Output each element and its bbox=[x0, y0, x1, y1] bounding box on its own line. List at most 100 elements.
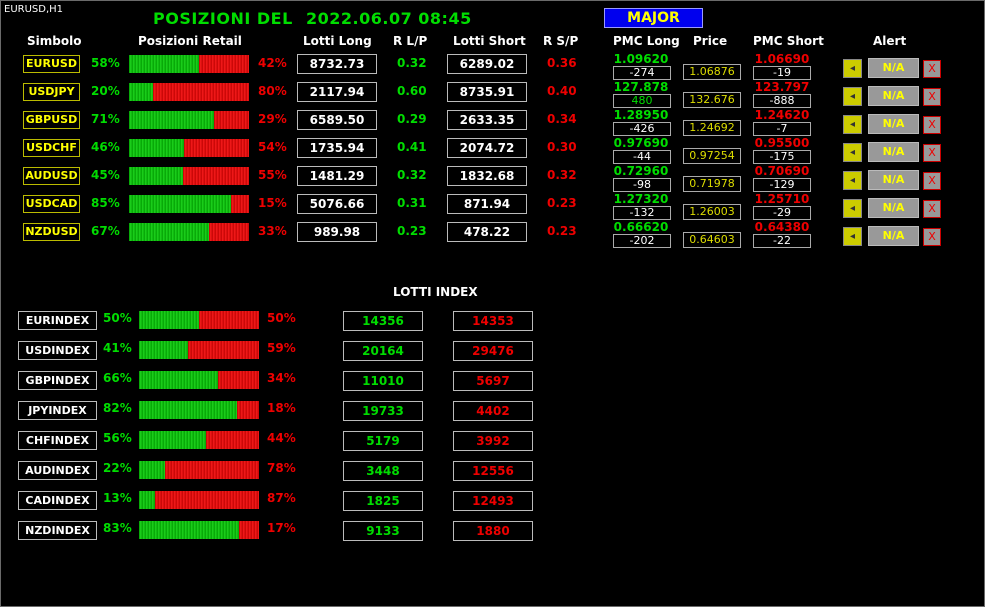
index-bar bbox=[139, 401, 259, 419]
lots-short-box: 1832.68 bbox=[447, 166, 527, 186]
lots-long-box: 2117.94 bbox=[297, 82, 377, 102]
r-sp-value: 0.40 bbox=[547, 84, 577, 98]
close-icon[interactable]: X bbox=[923, 116, 941, 134]
lots-short-box: 871.94 bbox=[447, 194, 527, 214]
retail-bar-short bbox=[209, 223, 249, 241]
r-lp-value: 0.32 bbox=[397, 168, 427, 182]
index-bar-short bbox=[188, 341, 259, 359]
major-button[interactable]: MAJOR bbox=[604, 8, 703, 28]
r-sp-value: 0.23 bbox=[547, 196, 577, 210]
pmc-short-diff: -7 bbox=[753, 122, 811, 136]
short-pct: 80% bbox=[258, 84, 287, 98]
alert-na-button[interactable]: N/A bbox=[868, 86, 919, 106]
symbol-button[interactable]: GBPUSD bbox=[23, 111, 80, 129]
col-pmc-short: PMC Short bbox=[753, 34, 824, 48]
symbol-button[interactable]: EURUSD bbox=[23, 55, 80, 73]
short-pct: 15% bbox=[258, 196, 287, 210]
index-short-lots: 4402 bbox=[453, 401, 533, 421]
retail-bar-short bbox=[214, 111, 249, 129]
retail-bar-short bbox=[231, 195, 249, 213]
index-bar-long bbox=[139, 311, 199, 329]
lots-long-box: 5076.66 bbox=[297, 194, 377, 214]
index-label: USDINDEX bbox=[18, 341, 97, 360]
pmc-long-value: 1.28950 bbox=[613, 108, 669, 122]
bell-icon[interactable]: ◂ bbox=[843, 171, 862, 190]
bell-icon[interactable]: ◂ bbox=[843, 87, 862, 106]
r-lp-value: 0.29 bbox=[397, 112, 427, 126]
alert-na-button[interactable]: N/A bbox=[868, 170, 919, 190]
pmc-short-diff: -22 bbox=[753, 234, 811, 248]
index-bar bbox=[139, 461, 259, 479]
index-bar-long bbox=[139, 461, 166, 479]
index-bar-short bbox=[238, 521, 259, 539]
index-bar-long bbox=[139, 431, 207, 449]
index-bar bbox=[139, 371, 259, 389]
index-long-pct: 22% bbox=[103, 461, 132, 475]
pmc-short-value: 1.25710 bbox=[754, 192, 810, 206]
index-short-pct: 34% bbox=[267, 371, 296, 385]
close-icon[interactable]: X bbox=[923, 172, 941, 190]
close-icon[interactable]: X bbox=[923, 60, 941, 78]
bell-icon[interactable]: ◂ bbox=[843, 227, 862, 246]
r-sp-value: 0.36 bbox=[547, 56, 577, 70]
close-icon[interactable]: X bbox=[923, 200, 941, 218]
index-long-lots: 1825 bbox=[343, 491, 423, 511]
bell-icon[interactable]: ◂ bbox=[843, 143, 862, 162]
retail-bar bbox=[129, 55, 249, 73]
close-icon[interactable]: X bbox=[923, 144, 941, 162]
alert-na-button[interactable]: N/A bbox=[868, 198, 919, 218]
bell-icon[interactable]: ◂ bbox=[843, 199, 862, 218]
short-pct: 55% bbox=[258, 168, 287, 182]
retail-bar-short bbox=[153, 83, 249, 101]
symbol-button[interactable]: AUDUSD bbox=[23, 167, 80, 185]
pmc-short-value: 0.70690 bbox=[754, 164, 810, 178]
pmc-short-value: 123.797 bbox=[754, 80, 810, 94]
pmc-long-value: 0.72960 bbox=[613, 164, 669, 178]
symbol-button[interactable]: USDCHF bbox=[23, 139, 80, 157]
price-box: 0.64603 bbox=[683, 232, 741, 248]
price-box: 0.97254 bbox=[683, 148, 741, 164]
long-pct: 58% bbox=[91, 56, 120, 70]
pmc-long-value: 1.27320 bbox=[613, 192, 669, 206]
alert-na-button[interactable]: N/A bbox=[868, 142, 919, 162]
symbol-button[interactable]: USDCAD bbox=[23, 195, 80, 213]
retail-bar bbox=[129, 223, 249, 241]
index-short-lots: 1880 bbox=[453, 521, 533, 541]
col-alert: Alert bbox=[873, 34, 907, 48]
pmc-short-diff: -129 bbox=[753, 178, 811, 192]
col-symbol: Simbolo bbox=[27, 34, 82, 48]
lots-short-box: 478.22 bbox=[447, 222, 527, 242]
alert-na-button[interactable]: N/A bbox=[868, 226, 919, 246]
symbol-button[interactable]: NZDUSD bbox=[23, 223, 80, 241]
index-long-pct: 83% bbox=[103, 521, 132, 535]
alert-na-button[interactable]: N/A bbox=[868, 58, 919, 78]
price-box: 1.26003 bbox=[683, 204, 741, 220]
close-icon[interactable]: X bbox=[923, 88, 941, 106]
price-box: 1.24692 bbox=[683, 120, 741, 136]
index-long-lots: 3448 bbox=[343, 461, 423, 481]
pmc-short-diff: -19 bbox=[753, 66, 811, 80]
index-long-lots: 11010 bbox=[343, 371, 423, 391]
r-sp-value: 0.32 bbox=[547, 168, 577, 182]
alert-na-button[interactable]: N/A bbox=[868, 114, 919, 134]
index-label: JPYINDEX bbox=[18, 401, 97, 420]
price-box: 0.71978 bbox=[683, 176, 741, 192]
window-title: EURUSD,H1 bbox=[4, 4, 64, 15]
index-short-lots: 12493 bbox=[453, 491, 533, 511]
close-icon[interactable]: X bbox=[923, 228, 941, 246]
index-bar-short bbox=[154, 491, 259, 509]
long-pct: 20% bbox=[91, 84, 120, 98]
bell-icon[interactable]: ◂ bbox=[843, 59, 862, 78]
pmc-long-value: 1.09620 bbox=[613, 52, 669, 66]
index-short-pct: 18% bbox=[267, 401, 296, 415]
index-bar-short bbox=[206, 431, 259, 449]
pmc-short-diff: -888 bbox=[753, 94, 811, 108]
index-bar bbox=[139, 311, 259, 329]
symbol-button[interactable]: USDJPY bbox=[23, 83, 80, 101]
index-short-pct: 59% bbox=[267, 341, 296, 355]
retail-bar bbox=[129, 167, 249, 185]
pmc-short-diff: -175 bbox=[753, 150, 811, 164]
index-long-lots: 9133 bbox=[343, 521, 423, 541]
bell-icon[interactable]: ◂ bbox=[843, 115, 862, 134]
page-title: POSIZIONI DEL bbox=[153, 9, 293, 28]
